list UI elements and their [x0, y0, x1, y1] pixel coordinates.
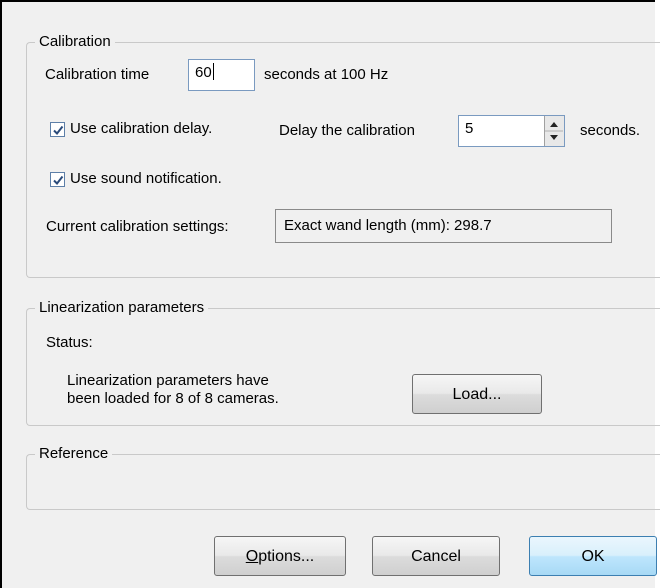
- spin-arrows-icon: [545, 122, 563, 140]
- ok-button-label: OK: [581, 548, 605, 565]
- delay-value-input[interactable]: 5: [458, 115, 565, 147]
- linearization-status-label: Status:: [46, 334, 93, 351]
- checkmark-icon: [53, 125, 64, 136]
- use-sound-notification-label[interactable]: Use sound notification.: [70, 170, 222, 187]
- linearization-status-line1: Linearization parameters have: [67, 372, 269, 389]
- use-calibration-delay-label[interactable]: Use calibration delay.: [70, 120, 212, 137]
- use-sound-notification-checkbox[interactable]: [50, 172, 65, 187]
- load-button[interactable]: Load...: [412, 374, 542, 414]
- cancel-button[interactable]: Cancel: [372, 536, 500, 576]
- text-caret: [212, 63, 214, 80]
- options-button[interactable]: Options...: [214, 536, 346, 576]
- reference-group: Reference: [26, 445, 660, 510]
- options-mnemonic: O: [245, 548, 259, 565]
- current-settings-text: Exact wand length (mm): 298.7: [284, 217, 492, 234]
- use-calibration-delay-checkbox[interactable]: [50, 122, 65, 137]
- checkmark-icon: [53, 175, 64, 186]
- delay-value: 5: [465, 120, 474, 137]
- calibration-time-suffix: seconds at 100 Hz: [264, 66, 389, 83]
- options-button-label: ptions...: [258, 548, 315, 565]
- linearization-group: Linearization parameters: [26, 299, 660, 426]
- reference-group-title: Reference: [35, 445, 113, 463]
- calibration-time-label: Calibration time: [45, 66, 150, 83]
- delay-spinner[interactable]: [544, 116, 564, 146]
- cancel-button-label: Cancel: [411, 548, 461, 565]
- calibration-time-input[interactable]: 60: [188, 59, 255, 91]
- current-settings-value: Exact wand length (mm): 298.7: [275, 209, 612, 243]
- calibration-time-value: 60: [195, 64, 212, 81]
- load-button-label: Load...: [452, 386, 502, 403]
- delay-calibration-label: Delay the calibration: [279, 122, 415, 139]
- ok-button[interactable]: OK: [529, 536, 657, 576]
- current-settings-label: Current calibration settings:: [46, 218, 229, 235]
- calibration-dialog: Calibration Calibration time 60 seconds …: [0, 0, 660, 588]
- delay-suffix: seconds.: [580, 122, 641, 139]
- linearization-status-line2: been loaded for 8 of 8 cameras.: [67, 390, 279, 407]
- linearization-group-title: Linearization parameters: [35, 299, 209, 317]
- calibration-group-title: Calibration: [35, 33, 115, 51]
